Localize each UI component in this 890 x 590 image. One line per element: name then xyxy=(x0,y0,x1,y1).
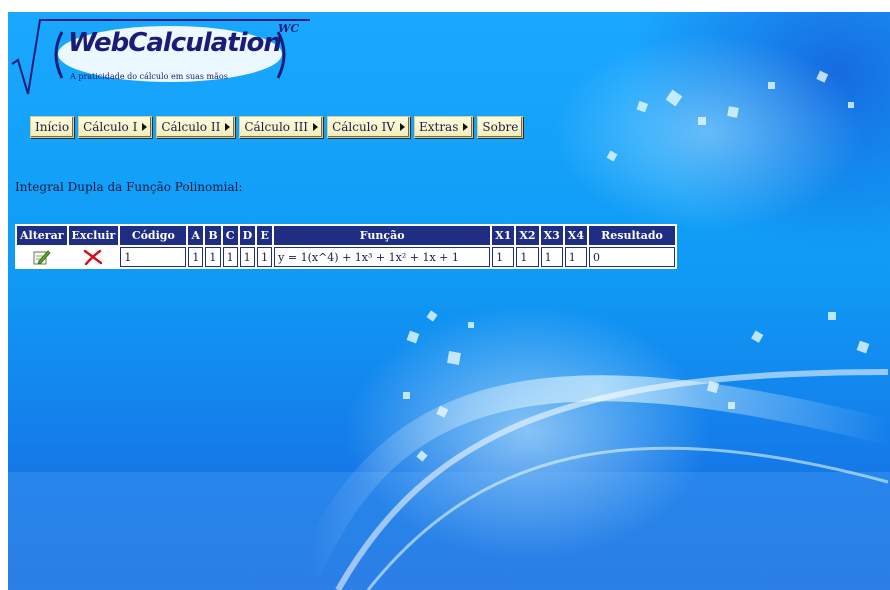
menu-calculo-1-label: Cálculo I xyxy=(83,120,138,134)
menu-extras-label: Extras xyxy=(418,120,459,134)
logo-badge: WC xyxy=(278,22,300,35)
menu-calculo-3-label: Cálculo III xyxy=(244,120,309,134)
page-background: WebCalculation WC A praticidade do cálcu… xyxy=(8,12,890,590)
col-header-alterar: Alterar xyxy=(17,226,67,245)
edit-icon[interactable] xyxy=(33,249,51,265)
col-header-a: A xyxy=(188,226,204,245)
delete-icon[interactable] xyxy=(83,249,103,265)
submenu-arrow-icon xyxy=(463,123,469,131)
logo-tagline: A praticidade do cálculo em suas mãos xyxy=(70,72,228,81)
submenu-arrow-icon xyxy=(399,123,405,131)
cell-excluir xyxy=(68,247,119,267)
page-title: Integral Dupla da Função Polinomial: xyxy=(15,180,243,194)
logo-wordmark: WebCalculation xyxy=(68,28,282,58)
menu-extras[interactable]: Extras xyxy=(413,116,474,138)
col-header-x1: X1 xyxy=(492,226,515,245)
col-header-x2: X2 xyxy=(516,226,539,245)
menu-inicio-label: Início xyxy=(35,120,70,134)
col-header-funcao: Função xyxy=(274,226,491,245)
cell-e: 1 xyxy=(257,247,273,267)
menu-calculo-2-label: Cálculo II xyxy=(161,120,221,134)
menu-calculo-1[interactable]: Cálculo I xyxy=(78,116,153,138)
menu-calculo-4[interactable]: Cálculo IV xyxy=(327,116,410,138)
menu-sobre[interactable]: Sobre xyxy=(477,116,524,138)
results-table: Alterar Excluir Código A B C D E Função … xyxy=(15,224,677,269)
cell-x2: 1 xyxy=(516,247,539,267)
cell-b: 1 xyxy=(205,247,221,267)
menu-calculo-2[interactable]: Cálculo II xyxy=(156,116,236,138)
cell-c: 1 xyxy=(222,247,238,267)
cell-funcao: y = 1(x^4) + 1x³ + 1x² + 1x + 1 xyxy=(274,247,491,267)
menu-calculo-3[interactable]: Cálculo III xyxy=(239,116,324,138)
cell-alterar xyxy=(17,247,67,267)
cell-d: 1 xyxy=(239,247,256,267)
cell-a: 1 xyxy=(188,247,204,267)
col-header-x3: X3 xyxy=(540,226,563,245)
table-header-row: Alterar Excluir Código A B C D E Função … xyxy=(17,226,675,245)
cell-resultado: 0 xyxy=(588,247,675,267)
table-row: 1 1 1 1 1 1 y = 1(x^4) + 1x³ + 1x² + 1x … xyxy=(17,247,675,267)
menu-calculo-4-label: Cálculo IV xyxy=(332,120,395,134)
col-header-x4: X4 xyxy=(564,226,587,245)
col-header-e: E xyxy=(257,226,273,245)
submenu-arrow-icon xyxy=(142,123,148,131)
col-header-c: C xyxy=(222,226,238,245)
col-header-d: D xyxy=(239,226,256,245)
col-header-codigo: Código xyxy=(120,226,187,245)
submenu-arrow-icon xyxy=(313,123,319,131)
cell-x4: 1 xyxy=(564,247,587,267)
cell-x3: 1 xyxy=(540,247,563,267)
site-logo[interactable]: WebCalculation WC A praticidade do cálcu… xyxy=(10,14,310,104)
col-header-excluir: Excluir xyxy=(68,226,119,245)
col-header-b: B xyxy=(205,226,221,245)
cell-x1: 1 xyxy=(492,247,515,267)
menu-inicio[interactable]: Início xyxy=(30,116,75,138)
main-menu: Início Cálculo I Cálculo II Cálculo III … xyxy=(30,116,524,138)
col-header-resultado: Resultado xyxy=(588,226,675,245)
menu-sobre-label: Sobre xyxy=(482,120,519,134)
submenu-arrow-icon xyxy=(225,123,231,131)
cell-codigo: 1 xyxy=(120,247,187,267)
